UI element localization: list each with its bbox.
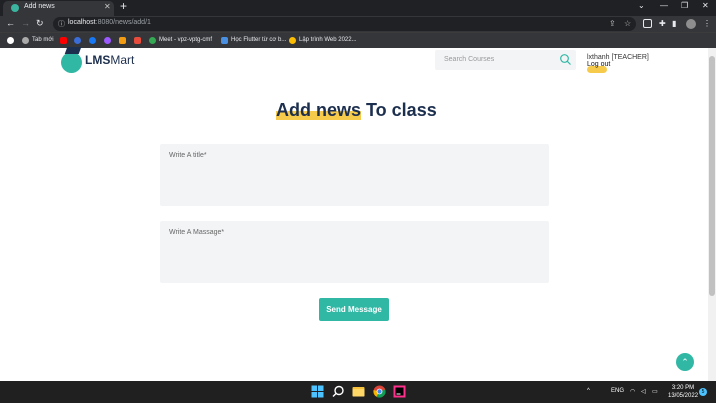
youtube-icon[interactable] [60,37,67,44]
logout-link[interactable]: Log out [587,61,610,68]
bookmark-icon[interactable] [134,37,141,44]
clock[interactable]: 3:20 PM 13/05/2022 [668,384,698,400]
maximize-icon[interactable]: ❐ [681,1,688,10]
bookmark-icon[interactable] [221,37,228,44]
apps-icon[interactable] [22,37,29,44]
scroll-to-top-button[interactable]: ⌃ [676,353,694,371]
reload-icon[interactable]: ↻ [36,18,44,29]
bookmark-tab-moi[interactable]: Tab mới [32,37,54,43]
scrollbar[interactable] [708,48,716,381]
title-field[interactable] [160,144,549,206]
logo-icon[interactable] [61,52,82,73]
forward-icon[interactable]: → [21,18,30,28]
graduation-cap-icon [64,47,82,54]
search-box[interactable]: Search Courses [435,50,576,70]
messenger-icon[interactable] [104,37,111,44]
close-tab-icon[interactable]: ✕ [104,2,111,11]
url-text: localhost:8080/news/add/1 [68,19,151,26]
volume-icon[interactable]: ◁ [641,388,646,395]
browser-tab[interactable]: Add news ✕ [3,1,114,16]
bookmark-meet[interactable]: Meet - vpz-vptg-cmf [159,37,212,43]
site-info-icon[interactable]: ⓘ [58,19,65,29]
bookmark-star-icon[interactable]: ☆ [624,19,631,28]
jetbrains-icon[interactable] [393,385,406,398]
bookmark-web[interactable]: Lập trình Web 2022... [299,37,357,43]
google-icon[interactable] [7,37,14,44]
extension-icon[interactable] [643,19,652,28]
bookmarks-bar: Tab mới Meet - vpz-vptg-cmf Học Flutter … [0,32,716,48]
windows-start-icon[interactable] [311,385,324,398]
browser-tab-bar: Add news ✕ + ⌄ — ❐ ✕ [0,0,716,16]
battery-icon[interactable]: ▭ [652,388,658,395]
tab-title: Add news [24,3,55,10]
close-window-icon[interactable]: ✕ [702,1,709,10]
tab-search-icon[interactable]: ⌄ [638,1,645,10]
browser-toolbar: ← → ↻ ⓘ localhost:8080/news/add/1 ⇪ ☆ ✚ … [0,16,716,32]
share-icon[interactable]: ⇪ [609,19,616,28]
scrollbar-thumb[interactable] [709,56,715,296]
search-icon[interactable] [332,385,345,398]
drive-icon[interactable] [289,37,296,44]
send-message-button[interactable]: Send Message [319,298,389,321]
facebook-icon[interactable] [89,37,96,44]
back-icon[interactable]: ← [6,18,15,28]
user-name: lxthanh [TEACHER] [587,54,649,61]
minimize-icon[interactable]: — [660,1,668,10]
meet-icon[interactable] [149,37,156,44]
avatar[interactable] [686,19,696,29]
notification-badge[interactable]: 5 [699,388,707,396]
taskbar: ^ ENG ◠ ◁ ▭ 3:20 PM 13/05/2022 5 [0,381,716,403]
new-tab-button[interactable]: + [120,0,127,13]
wifi-icon[interactable]: ◠ [630,388,635,395]
file-explorer-icon[interactable] [352,385,365,398]
logo[interactable]: LMSMart [85,53,134,67]
address-bar[interactable]: ⓘ localhost:8080/news/add/1 ⇪ ☆ [53,17,636,31]
message-field[interactable] [160,221,549,283]
menu-icon[interactable]: ⋮ [703,19,711,28]
page-title: Add news To class [276,100,437,120]
page-content [0,48,708,381]
bookmark-icon[interactable] [119,37,126,44]
bookmark-icon[interactable] [74,37,81,44]
language-indicator[interactable]: ENG [611,388,624,394]
search-icon[interactable] [559,53,572,66]
side-panel-icon[interactable]: ▮ [672,19,676,28]
chevron-up-icon[interactable]: ^ [587,388,590,394]
extensions-icon[interactable]: ✚ [659,19,666,28]
chrome-icon[interactable] [373,385,386,398]
bookmark-flutter[interactable]: Học Flutter từ cơ b... [231,37,286,43]
search-input[interactable]: Search Courses [444,56,494,63]
favicon-icon [11,4,19,12]
